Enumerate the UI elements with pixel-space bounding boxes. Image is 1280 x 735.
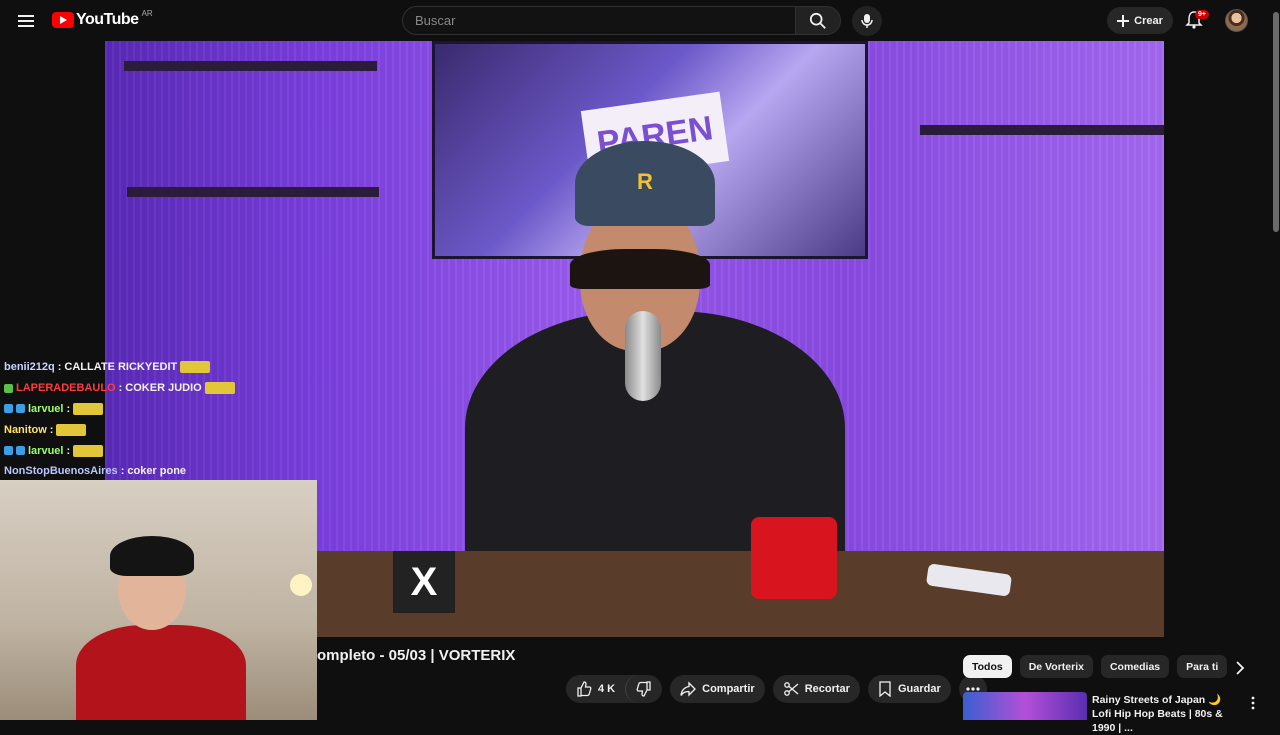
- chip-todos[interactable]: Todos: [963, 655, 1012, 678]
- emote-icon: [73, 444, 104, 457]
- user-badge-icon: [16, 404, 25, 414]
- search-icon: [809, 12, 826, 29]
- save-button[interactable]: Guardar: [867, 675, 951, 703]
- stream-chat-overlay: benii212q: CALLATE RICKYEDIT LAPERADEBAU…: [0, 357, 320, 481]
- host-hair: [570, 249, 710, 289]
- more-horizontal-icon: [966, 687, 980, 691]
- clip-button[interactable]: Recortar: [772, 675, 860, 703]
- cap-logo: R: [637, 169, 653, 194]
- chat-text: CALLATE RICKYEDIT: [64, 361, 178, 374]
- top-bar: YouTube AR Buscar Crear 9+: [0, 0, 1280, 41]
- red-mug: [751, 517, 837, 599]
- scrollbar-thumb[interactable]: [1273, 12, 1279, 232]
- like-count: 4 K: [598, 683, 616, 695]
- chat-message: NonStopBuenosAires: coker pone: [0, 461, 320, 482]
- like-button[interactable]: 4 K: [566, 675, 625, 703]
- scissors-icon: [783, 682, 799, 696]
- search-input[interactable]: Buscar: [402, 6, 796, 35]
- video-title: ompleto - 05/03 | VORTERIX: [317, 647, 516, 664]
- emote-icon: [73, 402, 104, 415]
- chip-para-ti[interactable]: Para ti: [1177, 655, 1228, 678]
- emote-icon: [204, 382, 235, 395]
- chat-message: benii212q: CALLATE RICKYEDIT: [0, 357, 320, 378]
- chat-message: LAPERADEBAULO: COKER JUDIO: [0, 378, 320, 399]
- chat-text: COKER JUDIO: [125, 382, 202, 395]
- create-label: Crear: [1134, 14, 1163, 27]
- notification-badge: 9+: [1195, 10, 1209, 19]
- chevron-right-icon[interactable]: [1230, 658, 1250, 678]
- chat-message: Nanitow:: [0, 419, 320, 440]
- recommended-video-title[interactable]: Rainy Streets of Japan 🌙 Lofi Hip Hop Be…: [1092, 693, 1240, 735]
- chat-user: LAPERADEBAULO: [16, 382, 116, 395]
- chat-separator: :: [57, 361, 62, 374]
- create-button[interactable]: Crear: [1107, 7, 1173, 34]
- user-badge-icon: [4, 404, 13, 414]
- clip-label: Recortar: [804, 683, 850, 695]
- plus-icon: [1117, 14, 1130, 27]
- chip-comedias[interactable]: Comedias: [1100, 655, 1170, 678]
- voice-search-button[interactable]: [852, 6, 882, 36]
- user-badge-icon: [4, 383, 13, 393]
- user-avatar[interactable]: [1225, 9, 1248, 32]
- emote-icon: [56, 423, 87, 436]
- chat-user: Nanitow: [4, 423, 47, 436]
- chat-separator: :: [66, 444, 71, 457]
- chat-separator: :: [66, 402, 71, 415]
- action-bar: 4 K Compartir Recortar Guardar: [566, 675, 987, 703]
- desk-logo: X: [393, 551, 455, 613]
- like-dislike-group: 4 K: [566, 675, 663, 703]
- save-label: Guardar: [897, 683, 941, 695]
- streamer-jersey: [76, 625, 246, 720]
- shelf: [920, 125, 1164, 135]
- chat-text: coker pone: [127, 465, 187, 478]
- streamer-webcam: [0, 480, 317, 720]
- chat-separator: :: [118, 382, 123, 395]
- streamer-hair: [110, 536, 194, 576]
- thumbs-down-icon: [636, 681, 651, 697]
- chat-user: benii212q: [4, 361, 55, 374]
- chat-user: NonStopBuenosAires: [4, 465, 118, 478]
- menu-icon[interactable]: [16, 11, 36, 31]
- chat-message: larvuel:: [0, 440, 320, 461]
- chat-message: larvuel:: [0, 399, 320, 420]
- microphone-icon: [861, 14, 873, 28]
- share-label: Compartir: [702, 683, 755, 695]
- share-icon: [680, 681, 697, 697]
- youtube-logo[interactable]: YouTube AR: [52, 8, 153, 30]
- shelf: [124, 61, 377, 71]
- recommended-video-thumbnail[interactable]: [963, 692, 1087, 720]
- lamp: [290, 574, 312, 596]
- chat-user: larvuel: [28, 402, 64, 415]
- shelf: [127, 187, 379, 197]
- studio-microphone: [625, 311, 661, 401]
- chat-separator: :: [49, 423, 54, 436]
- dislike-button[interactable]: [625, 675, 662, 703]
- chat-user: larvuel: [28, 444, 64, 457]
- bookmark-icon: [879, 681, 891, 697]
- chat-separator: :: [120, 465, 125, 478]
- user-badge-icon: [16, 446, 25, 456]
- recommended-video[interactable]: Rainy Streets of Japan 🌙 Lofi Hip Hop Be…: [963, 692, 1263, 734]
- more-vertical-icon[interactable]: [1249, 695, 1257, 711]
- user-badge-icon: [4, 446, 13, 456]
- share-button[interactable]: Compartir: [670, 675, 765, 703]
- thumbs-up-icon: [577, 681, 592, 697]
- chip-de-vorterix[interactable]: De Vorterix: [1019, 655, 1093, 678]
- emote-icon: [180, 361, 211, 374]
- youtube-play-icon: [52, 12, 74, 28]
- search-button[interactable]: [795, 6, 841, 35]
- country-code: AR: [141, 8, 153, 18]
- logo-text: YouTube: [76, 11, 139, 28]
- recommendation-filter-chips: Todos De Vorterix Comedias Para ti: [963, 655, 1228, 678]
